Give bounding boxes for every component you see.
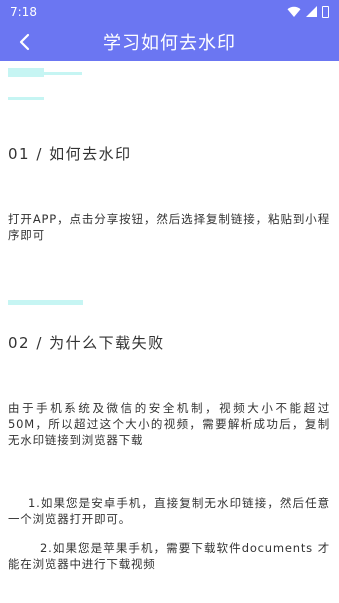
decor-bar	[44, 72, 82, 75]
wifi-icon	[287, 6, 301, 17]
tip-android: 1.如果您是安卓手机，直接复制无水印链接，然后任意一个浏览器打开即可。	[8, 496, 330, 526]
section-heading: 01 / 如何去水印	[8, 145, 132, 163]
battery-icon	[322, 5, 329, 18]
decor-bar	[8, 68, 44, 77]
signal-icon	[306, 6, 317, 17]
section-body: 打开APP，点击分享按钮，然后选择复制链接，粘贴到小程序即可	[8, 212, 330, 242]
decor-bar	[8, 300, 83, 305]
back-button[interactable]	[12, 30, 36, 54]
status-icons	[287, 5, 329, 18]
decor-bar	[8, 97, 44, 100]
page-title: 学习如何去水印	[103, 33, 236, 54]
status-time: 7:18	[10, 4, 37, 19]
tip-ios: 2.如果您是苹果手机，需要下载软件documents 才能在浏览器中进行下载视频	[8, 541, 330, 571]
section-heading: 02 / 为什么下载失败	[8, 334, 165, 352]
status-bar: 7:18	[0, 0, 339, 23]
section-body: 由于手机系统及微信的安全机制，视频大小不能超过50M，所以超过这个大小的视频，需…	[8, 401, 330, 447]
app-bar: 学习如何去水印	[0, 23, 339, 61]
chevron-left-icon	[19, 33, 30, 51]
